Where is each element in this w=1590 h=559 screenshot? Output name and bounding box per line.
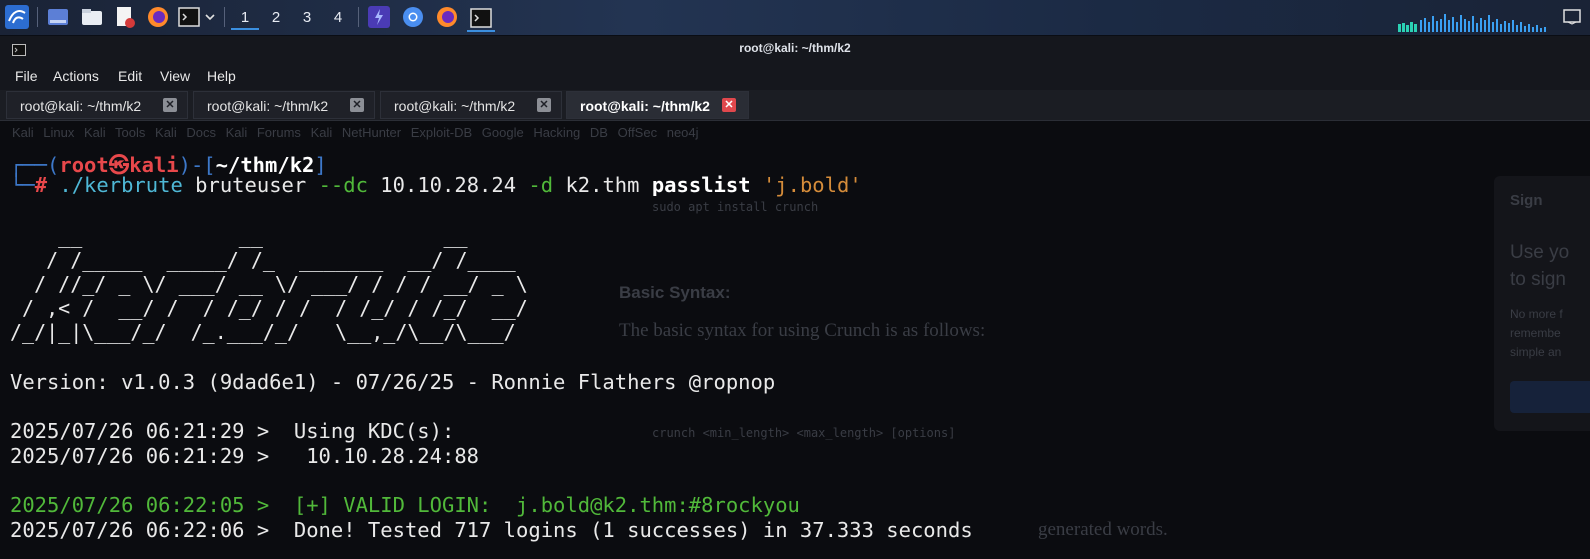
cmd-wordlist: passlist [651, 173, 751, 197]
version-line: Version: v1.0.3 (9dad6e1) - 07/26/25 - R… [10, 370, 776, 394]
menu-edit[interactable]: Edit [118, 68, 142, 84]
network-graph-icon [1398, 14, 1546, 32]
workspace-3[interactable]: 3 [293, 6, 321, 28]
cmd-flag-domain: -d [528, 173, 554, 197]
terminal-window-icon[interactable] [467, 5, 495, 32]
tab-label: root@kali: ~/thm/k2 [20, 98, 142, 114]
menu-actions[interactable]: Actions [53, 68, 99, 84]
menu-view[interactable]: View [160, 68, 190, 84]
ghost-trailing: generated words. [1038, 519, 1168, 540]
ghost-heading: Basic Syntax: [619, 283, 731, 302]
terminal-tab-4[interactable]: root@kali: ~/thm/k2 ✕ [566, 91, 749, 119]
tab-bar: root@kali: ~/thm/k2 ✕ root@kali: ~/thm/k… [0, 90, 1590, 121]
cmd-flag-dc: --dc [318, 173, 368, 197]
ghost-paragraph: The basic syntax for using Crunch is as … [619, 320, 986, 341]
terminal-tab-1[interactable]: root@kali: ~/thm/k2 ✕ [6, 91, 188, 119]
chevron-down-icon[interactable] [203, 5, 217, 29]
text-editor-icon[interactable] [113, 5, 137, 29]
burp-icon[interactable] [367, 5, 391, 29]
cmd-dc-value: 10.10.28.24 [380, 173, 517, 197]
terminal-tab-2[interactable]: root@kali: ~/thm/k2 ✕ [193, 91, 375, 119]
cmd-username: 'j.bold' [762, 173, 862, 197]
close-icon[interactable]: ✕ [722, 98, 736, 112]
file-manager-icon[interactable] [80, 5, 104, 29]
tab-label: root@kali: ~/thm/k2 [207, 98, 329, 114]
tab-label: root@kali: ~/thm/k2 [394, 98, 516, 114]
workspace-2[interactable]: 2 [262, 6, 290, 28]
terminal-output[interactable]: Kali Linux Kali Tools Kali Docs Kali For… [0, 121, 1590, 559]
cmd-domain-value: k2.thm [565, 173, 640, 197]
window-title: root@kali: ~/thm/k2 [739, 41, 851, 55]
command-line: └─# ./kerbrute bruteuser --dc 10.10.28.2… [10, 173, 862, 197]
prompt-hash: # [34, 173, 48, 197]
close-icon[interactable]: ✕ [537, 98, 551, 112]
menu-help[interactable]: Help [207, 68, 236, 84]
ghost-bookmarks: Kali Linux Kali Tools Kali Docs Kali For… [12, 125, 699, 140]
ghost-signin-card: Sign Use yo to sign No more f remembe si… [1494, 176, 1590, 431]
ghost-syntax: crunch <min_length> <max_length> [option… [652, 426, 956, 440]
tab-label: root@kali: ~/thm/k2 [580, 98, 710, 114]
kerbrute-banner: __ __ __ / /_____ _____/ /_ _______ __/ … [10, 224, 528, 344]
firefox-icon[interactable] [146, 5, 170, 29]
workspace-4[interactable]: 4 [324, 6, 352, 28]
log-line: 2025/07/26 06:21:29 > 10.10.28.24:88 [10, 444, 479, 468]
workspace-1[interactable]: 1 [231, 6, 259, 30]
chromium-icon[interactable] [401, 5, 425, 29]
taskbar: 1 2 3 4 [0, 0, 1590, 36]
menu-bar: File Actions Edit View Help [0, 62, 1590, 90]
menu-file[interactable]: File [15, 68, 38, 84]
log-line-valid-login: 2025/07/26 06:22:05 > [+] VALID LOGIN: j… [10, 493, 800, 517]
log-line-done: 2025/07/26 06:22:06 > Done! Tested 717 l… [10, 518, 973, 542]
cmd-subcommand: bruteuser [195, 173, 307, 197]
close-icon[interactable]: ✕ [163, 98, 177, 112]
close-icon[interactable]: ✕ [350, 98, 364, 112]
show-desktop-icon[interactable] [46, 5, 70, 29]
cmd-executable: ./kerbrute [59, 173, 183, 197]
firefox-window-icon[interactable] [435, 5, 459, 29]
log-line: 2025/07/26 06:21:29 > Using KDC(s): [10, 419, 455, 443]
terminal-launcher-icon[interactable] [177, 5, 201, 29]
ghost-install-cmd: sudo apt install crunch [652, 200, 819, 214]
kali-menu-icon[interactable] [4, 5, 30, 29]
notifications-icon[interactable] [1560, 5, 1584, 29]
window-titlebar[interactable]: root@kali: ~/thm/k2 [0, 36, 1590, 62]
terminal-tab-3[interactable]: root@kali: ~/thm/k2 ✕ [380, 91, 562, 119]
